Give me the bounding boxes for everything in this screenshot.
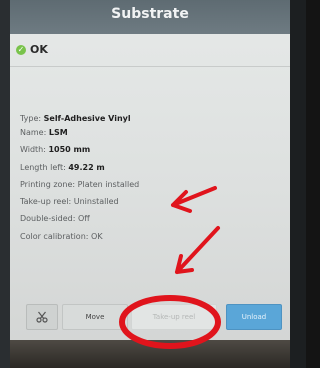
info-label: Name: bbox=[20, 128, 49, 137]
device-bezel-bottom bbox=[10, 340, 290, 368]
info-row-color-calibration: Color calibration: OK bbox=[20, 232, 260, 241]
info-value: Self-Adhesive Vinyl bbox=[43, 114, 131, 123]
device-bezel-right bbox=[290, 0, 306, 368]
take-up-reel-button[interactable]: Take-up reel bbox=[131, 304, 217, 330]
scissors-icon bbox=[36, 311, 48, 323]
dialog-title: Substrate bbox=[111, 6, 189, 22]
info-value: LSM bbox=[48, 128, 68, 137]
info-row-double-sided: Double-sided: Off bbox=[20, 214, 260, 223]
info-label: Width: bbox=[20, 145, 49, 154]
device-bezel-left bbox=[0, 0, 10, 368]
cut-button[interactable] bbox=[26, 304, 58, 330]
status-text: OK bbox=[30, 43, 48, 56]
info-row-width: Width: 1050 mm bbox=[20, 145, 260, 154]
info-row-length-left: Length left: 49.22 m bbox=[20, 163, 260, 172]
info-row-printing-zone: Printing zone: Platen installed bbox=[20, 180, 260, 189]
move-button[interactable]: Move bbox=[62, 304, 128, 330]
info-row-type: Type: Self-Adhesive Vinyl bbox=[20, 114, 260, 123]
divider bbox=[10, 66, 290, 67]
title-bar: Substrate bbox=[10, 0, 290, 34]
info-value: Uninstalled bbox=[73, 197, 119, 206]
button-bar: Move Take-up reel Unload bbox=[10, 304, 290, 330]
info-value: 1050 mm bbox=[48, 145, 91, 154]
info-label: Color calibration: bbox=[20, 232, 92, 241]
info-label: Type: bbox=[20, 114, 44, 123]
info-label: Double-sided: bbox=[20, 214, 78, 223]
info-value: OK bbox=[91, 232, 103, 241]
info-value: Off bbox=[77, 214, 90, 223]
touch-screen: Substrate ✓ OK Type: Self-Adhesive Vinyl… bbox=[10, 0, 290, 340]
info-label: Take-up reel: bbox=[20, 197, 74, 206]
info-label: Printing zone: bbox=[20, 180, 78, 189]
info-value: 49.22 m bbox=[68, 163, 105, 172]
info-row-take-up-reel: Take-up reel: Uninstalled bbox=[20, 197, 260, 206]
status-row: ✓ OK bbox=[16, 42, 276, 62]
info-row-name: Name: LSM bbox=[20, 128, 260, 137]
info-label: Length left: bbox=[20, 163, 69, 172]
unload-button[interactable]: Unload bbox=[226, 304, 282, 330]
info-value: Platen installed bbox=[77, 180, 140, 189]
check-circle-icon: ✓ bbox=[16, 45, 26, 55]
